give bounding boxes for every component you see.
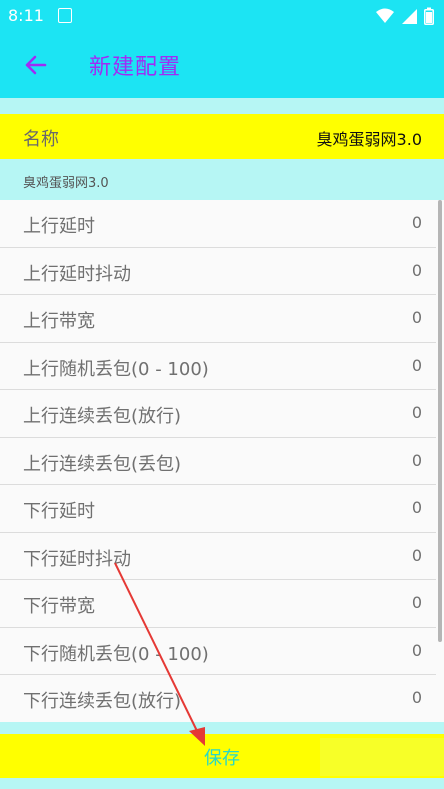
divider-strip (0, 98, 444, 114)
wifi-icon (376, 8, 394, 23)
config-subtitle: 臭鸡蛋弱网3.0 (23, 176, 109, 191)
highlight-glow (320, 738, 444, 776)
setting-value[interactable]: 0 (412, 641, 422, 660)
bottom-background (0, 778, 444, 789)
list-item[interactable]: 上行延时抖动 0 (0, 248, 436, 295)
page-title: 新建配置 (89, 55, 182, 80)
setting-value[interactable]: 0 (412, 356, 422, 375)
scrollbar[interactable] (438, 200, 442, 642)
setting-label: 上行连续丢包(放行) (23, 406, 182, 427)
list-item[interactable]: 上行随机丢包(0 - 100) 0 (0, 343, 436, 390)
setting-value[interactable]: 0 (412, 403, 422, 422)
status-icons (376, 7, 434, 25)
name-value[interactable]: 臭鸡蛋弱网3.0 (317, 126, 422, 150)
setting-label: 上行随机丢包(0 - 100) (23, 358, 209, 380)
setting-value[interactable]: 0 (412, 546, 422, 565)
list-item[interactable]: 上行延时 0 (0, 200, 436, 248)
app-bar: 新建配置 (0, 32, 444, 98)
settings-list: 上行延时 0 上行延时抖动 0 上行带宽 0 上行随机丢包(0 - 100) 0 上行连续丢包(… (0, 200, 444, 722)
back-arrow-icon[interactable] (20, 50, 50, 80)
signal-icon (402, 9, 417, 24)
setting-label: 上行延时 (23, 216, 95, 237)
list-item[interactable]: 上行连续丢包(丢包) 0 (0, 438, 436, 485)
save-button[interactable]: 保存 (204, 744, 240, 770)
notification-icon (58, 8, 72, 23)
list-item[interactable]: 下行延时 0 (0, 485, 436, 533)
list-item[interactable]: 下行延时抖动 0 (0, 533, 436, 580)
setting-label: 下行连续丢包(放行) (23, 691, 182, 712)
list-item[interactable]: 下行连续丢包(放行) 0 (0, 675, 436, 722)
setting-value[interactable]: 0 (412, 261, 422, 280)
setting-value[interactable]: 0 (412, 451, 422, 470)
name-label: 名称 (23, 129, 59, 150)
divider-strip-bottom (0, 722, 444, 734)
status-time: 8:11 (8, 6, 44, 25)
setting-value[interactable]: 0 (412, 498, 422, 517)
setting-label: 下行带宽 (23, 596, 95, 617)
list-item[interactable]: 上行连续丢包(放行) 0 (0, 390, 436, 438)
battery-icon (424, 7, 434, 25)
setting-label: 下行延时抖动 (23, 548, 131, 570)
config-subtitle-row: 臭鸡蛋弱网3.0 (0, 159, 444, 200)
list-item[interactable]: 上行带宽 0 (0, 295, 436, 343)
status-bar: 8:11 (0, 0, 444, 32)
setting-label: 上行连续丢包(丢包) (23, 453, 182, 475)
setting-value[interactable]: 0 (412, 308, 422, 327)
setting-label: 上行延时抖动 (23, 263, 131, 285)
list-item[interactable]: 下行随机丢包(0 - 100) 0 (0, 628, 436, 675)
setting-value[interactable]: 0 (412, 688, 422, 707)
setting-label: 下行随机丢包(0 - 100) (23, 643, 209, 665)
name-field-row[interactable]: 名称 臭鸡蛋弱网3.0 (0, 114, 444, 159)
setting-label: 下行延时 (23, 501, 95, 522)
save-bar: 保存 (0, 734, 444, 778)
setting-value[interactable]: 0 (412, 213, 422, 232)
setting-label: 上行带宽 (23, 311, 95, 332)
setting-value[interactable]: 0 (412, 593, 422, 612)
list-item[interactable]: 下行带宽 0 (0, 580, 436, 628)
